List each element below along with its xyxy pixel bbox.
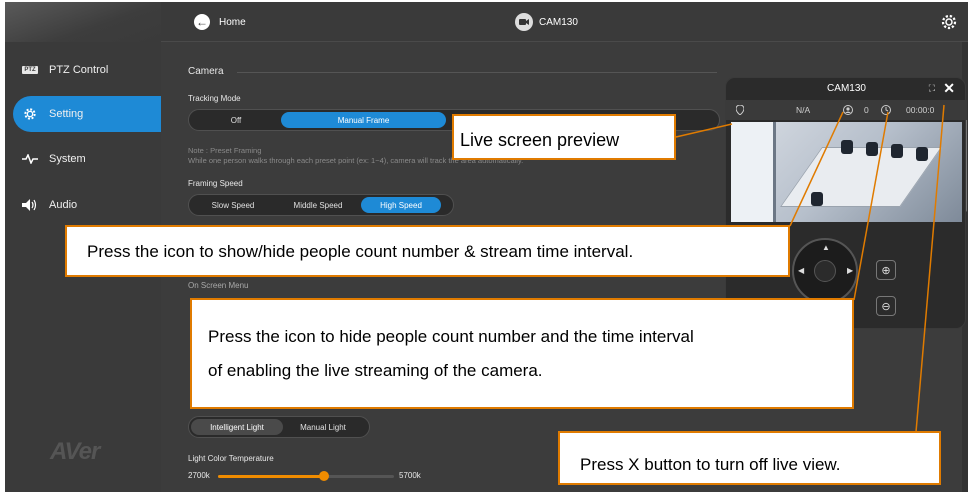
sidebar-header	[5, 2, 161, 42]
ptz-icon: PTZ	[22, 66, 38, 74]
home-label: Home	[219, 16, 246, 28]
people-count-value: 0	[864, 105, 869, 115]
callout-close: Press X button to turn off live view.	[558, 431, 941, 485]
tracking-option-off[interactable]: Off	[191, 112, 281, 128]
close-icon[interactable]: ✕	[943, 80, 955, 97]
video-chair	[811, 192, 823, 206]
video-chair	[841, 140, 853, 154]
zoom-in-icon[interactable]: ⊕	[876, 260, 896, 280]
light-slider-fill	[218, 475, 324, 478]
arrow-right-icon[interactable]: ▶	[847, 266, 853, 275]
video-chair	[866, 142, 878, 156]
note-title: Note : Preset Framing	[188, 146, 262, 155]
speed-option-middle[interactable]: Middle Speed	[275, 197, 361, 213]
framing-speed-label: Framing Speed	[188, 179, 243, 188]
clock-icon[interactable]	[881, 105, 891, 117]
callout-hide-line2: of enabling the live streaming of the ca…	[208, 361, 543, 380]
sidebar-item-system[interactable]: System	[5, 141, 161, 177]
sidebar-item-label: PTZ Control	[49, 64, 109, 76]
speed-option-slow[interactable]: Slow Speed	[191, 197, 275, 213]
sidebar-item-ptz-control[interactable]: PTZ PTZ Control	[5, 52, 161, 88]
callout-hide-line1: Press the icon to hide people count numb…	[208, 327, 694, 346]
light-max-label: 5700k	[399, 471, 421, 480]
camera-name: CAM130	[539, 16, 578, 28]
framing-speed-selector: Slow Speed Middle Speed High Speed	[188, 194, 454, 216]
gear-icon	[19, 106, 41, 122]
sidebar-item-setting[interactable]: Setting	[13, 96, 161, 132]
callout-live-preview: Live screen preview	[452, 114, 676, 160]
light-min-label: 2700k	[188, 471, 210, 480]
camera-title: CAM130	[515, 13, 578, 31]
video-chair	[916, 147, 928, 161]
camera-icon	[515, 13, 533, 31]
home-button[interactable]: ← Home	[194, 14, 246, 30]
sidebar-item-audio[interactable]: Audio	[5, 187, 161, 223]
fullscreen-icon[interactable]: ⛶	[929, 83, 935, 94]
ptz-direction-pad[interactable]: ▲ ◀ ▶	[792, 238, 858, 304]
live-video-feed	[731, 122, 962, 222]
sidebar-item-label: System	[49, 153, 86, 165]
people-count-icon[interactable]	[843, 105, 853, 117]
sidebar-item-label: Setting	[49, 108, 84, 120]
sidebar-item-label: Audio	[49, 199, 78, 211]
aver-logo: AVer	[50, 438, 100, 465]
back-arrow-icon: ←	[194, 14, 210, 30]
stream-time-value: 00:00:0	[906, 105, 935, 115]
topbar: ← Home CAM130	[161, 2, 968, 42]
light-slider-knob[interactable]	[318, 471, 329, 481]
light-option-manual[interactable]: Manual Light	[283, 419, 363, 435]
pulse-icon	[19, 154, 41, 164]
live-preview-panel: CAM130 ⛶ ✕ N/A 0 00:00:0 ▲ ◀ ▶ ⊕ ⊖	[725, 77, 967, 329]
light-option-intelligent[interactable]: Intelligent Light	[191, 419, 283, 435]
location-value: N/A	[796, 105, 811, 115]
speaker-icon	[19, 199, 41, 211]
arrow-up-icon[interactable]: ▲	[822, 243, 830, 252]
speed-option-high[interactable]: High Speed	[361, 197, 441, 213]
section-divider	[237, 72, 717, 73]
settings-gear-icon[interactable]	[940, 13, 958, 36]
section-title: Camera	[188, 66, 224, 77]
video-chair	[891, 144, 903, 158]
osd-label: On Screen Menu	[188, 281, 249, 290]
zoom-out-icon[interactable]: ⊖	[876, 296, 896, 316]
callout-hide-info: Press the icon to hide people count numb…	[190, 298, 854, 409]
preview-info-bar: N/A 0 00:00:0	[726, 100, 967, 120]
location-pin-icon[interactable]	[735, 104, 745, 117]
ptz-home-button[interactable]	[814, 260, 836, 282]
fill-light-selector: Intelligent Light Manual Light	[188, 416, 370, 438]
callout-show-hide: Press the icon to show/hide people count…	[65, 225, 790, 277]
arrow-left-icon[interactable]: ◀	[798, 266, 804, 275]
tracking-mode-label: Tracking Mode	[188, 94, 241, 103]
tracking-option-manual-frame[interactable]: Manual Frame	[281, 112, 446, 128]
video-window-area	[731, 122, 776, 222]
light-color-label: Light Color Temperature	[188, 454, 274, 463]
